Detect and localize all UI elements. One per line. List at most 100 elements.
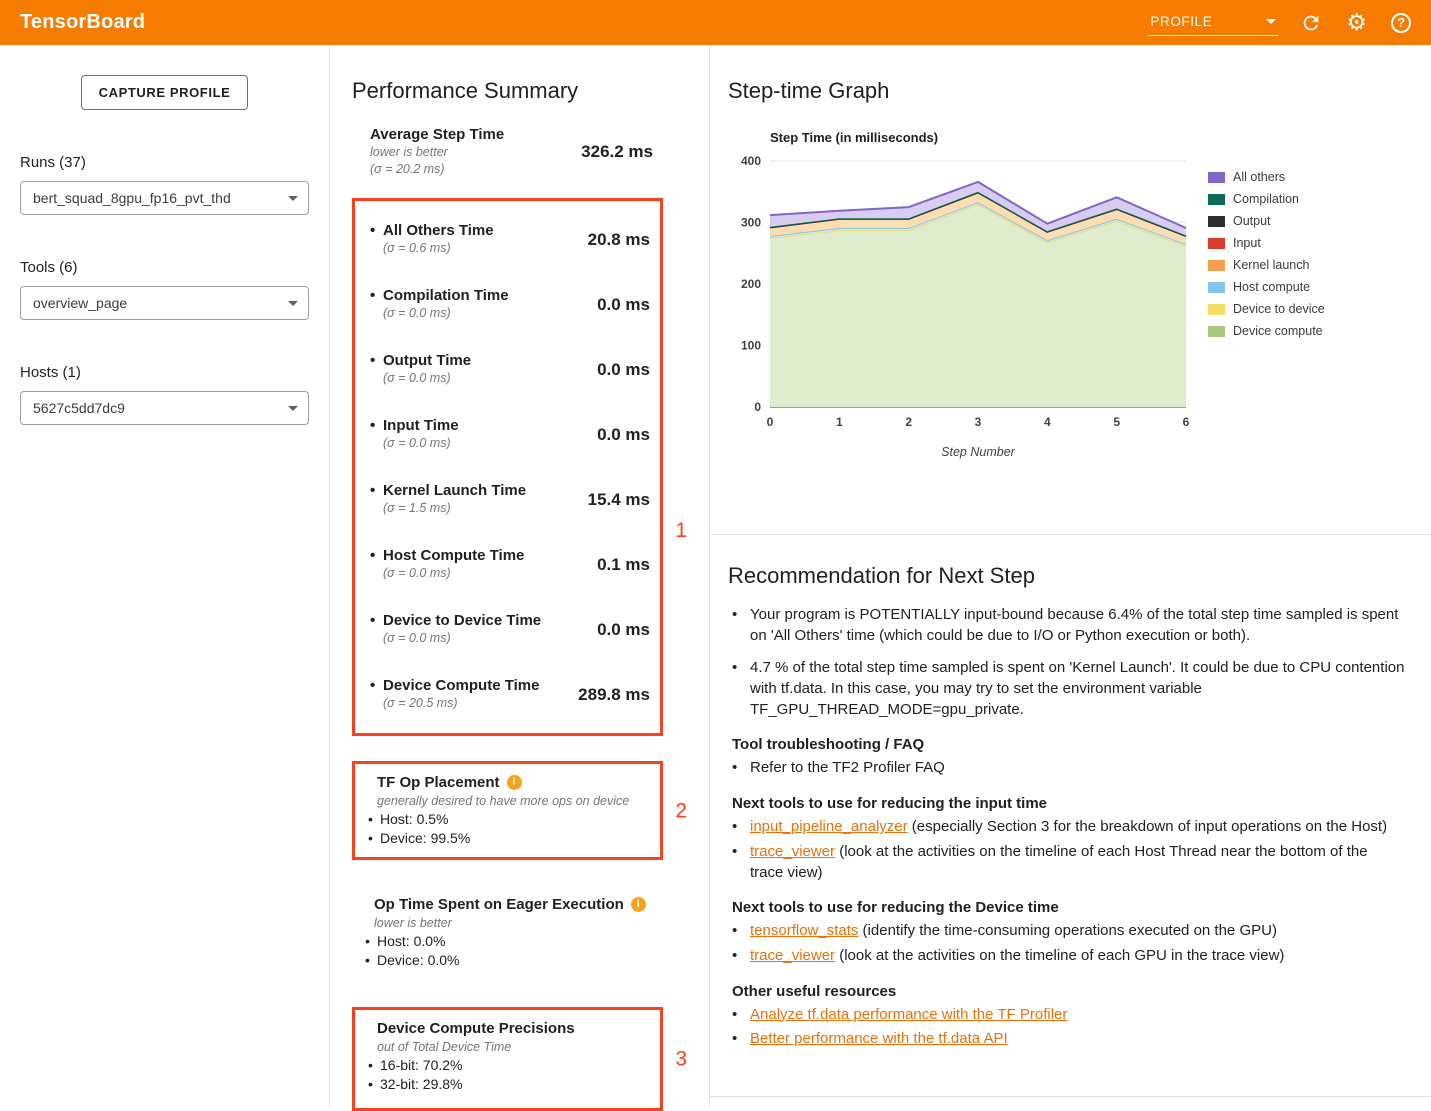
step-time-graph-panel: Step-time Graph Step Time (in millisecon… <box>710 45 1431 535</box>
hosts-select[interactable]: 5627c5dd7dc9 <box>20 391 309 425</box>
metric-label: •Device to Device Time <box>370 612 541 630</box>
runs-selector: Runs (37) bert_squad_8gpu_fp16_pvt_thd <box>20 154 309 215</box>
legend-swatch <box>1208 260 1225 271</box>
metric-value: 0.0 ms <box>597 360 650 380</box>
annotation-number-2: 2 <box>675 800 687 821</box>
metric-row: •Output Time (σ = 0.0 ms) 0.0 ms <box>370 337 650 402</box>
help-button[interactable]: ? <box>1389 11 1413 35</box>
legend-label: Host compute <box>1233 280 1310 294</box>
dashboard-select[interactable]: PROFILE <box>1148 10 1278 36</box>
bullet: • <box>732 946 750 967</box>
svg-text:2: 2 <box>905 415 912 429</box>
list-item: •Host: 0.5% <box>368 810 650 829</box>
item-text: (especially Section 3 for the breakdown … <box>908 818 1387 835</box>
bullet: • <box>370 677 383 695</box>
bullet: • <box>368 1075 380 1094</box>
precisions-title: Device Compute Precisions <box>377 1019 650 1038</box>
metric-value: 289.8 ms <box>578 685 650 705</box>
section-heading: Tool troubleshooting / FAQ <box>732 736 1405 753</box>
chart-title: Step Time (in milliseconds) <box>770 130 1198 145</box>
settings-button[interactable]: ⚙ <box>1344 9 1369 36</box>
legend-label: All others <box>1233 170 1285 184</box>
metric-label: Average Step Time <box>370 126 504 144</box>
section-heading: Next tools to use for reducing the input… <box>732 795 1405 812</box>
step-time-graph-title: Step-time Graph <box>728 78 1431 104</box>
list-item: •32-bit: 29.8% <box>368 1075 650 1094</box>
list-item: • Better performance with the tf.data AP… <box>732 1029 1405 1050</box>
capture-profile-button[interactable]: CAPTURE PROFILE <box>81 75 249 110</box>
main-layout: CAPTURE PROFILE Runs (37) bert_squad_8gp… <box>0 45 1431 1106</box>
legend-swatch <box>1208 282 1225 293</box>
bullet: • <box>732 758 750 779</box>
chevron-down-icon <box>1266 19 1276 24</box>
legend-item: Input <box>1208 236 1325 250</box>
refresh-icon <box>1300 12 1322 34</box>
dropdown-arrow-icon <box>288 301 298 306</box>
tensorflow-stats-link[interactable]: tensorflow_stats <box>750 922 858 939</box>
legend-swatch <box>1208 194 1225 205</box>
eager-execution-block: Op Time Spent on Eager Execution i lower… <box>352 895 663 970</box>
svg-text:4: 4 <box>1044 415 1051 429</box>
bullet: • <box>370 417 383 435</box>
bullet: • <box>732 605 750 646</box>
annotation-box-2: 2 TF Op Placement i generally desired to… <box>352 761 663 860</box>
trace-viewer-link[interactable]: trace_viewer <box>750 947 835 964</box>
legend-label: Device to device <box>1233 302 1325 316</box>
metric-value: 326.2 ms <box>581 142 653 162</box>
metric-label: •Device Compute Time <box>370 677 539 695</box>
svg-text:300: 300 <box>741 216 761 230</box>
list-item: •Device: 99.5% <box>368 829 650 848</box>
list-item: • Analyze tf.data performance with the T… <box>732 1005 1405 1026</box>
legend-swatch <box>1208 172 1225 183</box>
chart-main: Step Time (in milliseconds) 010020030040… <box>728 130 1198 470</box>
metric-label: •Compilation Time <box>370 287 509 305</box>
legend-item: Device compute <box>1208 324 1325 338</box>
tfdata-performance-link[interactable]: Analyze tf.data performance with the TF … <box>750 1006 1067 1023</box>
svg-text:200: 200 <box>741 277 761 291</box>
topbar-actions: PROFILE ⚙ ? <box>1148 9 1413 36</box>
metric-row: •Device to Device Time (σ = 0.0 ms) 0.0 … <box>370 597 650 662</box>
average-step-time-row: Average Step Time lower is better (σ = 2… <box>352 126 663 178</box>
tfdata-api-link[interactable]: Better performance with the tf.data API <box>750 1030 1008 1047</box>
runs-label: Runs (37) <box>20 154 309 171</box>
bullet: • <box>370 352 383 370</box>
list-item: •16-bit: 70.2% <box>368 1056 650 1075</box>
bullet: • <box>365 932 377 951</box>
metric-row: •All Others Time (σ = 0.6 ms) 20.8 ms <box>370 207 650 272</box>
list-item: • Your program is POTENTIALLY input-boun… <box>732 605 1405 646</box>
metric-row: •Input Time (σ = 0.0 ms) 0.0 ms <box>370 402 650 467</box>
legend-item: Output <box>1208 214 1325 228</box>
dashboard-select-value: PROFILE <box>1150 14 1212 29</box>
legend-item: Kernel launch <box>1208 258 1325 272</box>
legend-item: Device to device <box>1208 302 1325 316</box>
dropdown-arrow-icon <box>288 196 298 201</box>
hosts-select-value: 5627c5dd7dc9 <box>33 400 125 416</box>
metric-sigma: (σ = 0.0 ms) <box>383 630 541 647</box>
metric-row: •Compilation Time (σ = 0.0 ms) 0.0 ms <box>370 272 650 337</box>
list-item: • input_pipeline_analyzer (especially Se… <box>732 817 1405 838</box>
section-heading: Next tools to use for reducing the Devic… <box>732 899 1405 916</box>
bullet: • <box>368 829 380 848</box>
gear-icon: ⚙ <box>1346 11 1367 34</box>
refresh-button[interactable] <box>1298 10 1324 36</box>
svg-text:1: 1 <box>836 415 843 429</box>
svg-text:5: 5 <box>1113 415 1120 429</box>
legend-item: Host compute <box>1208 280 1325 294</box>
eager-execution-title: Op Time Spent on Eager Execution i <box>374 895 663 914</box>
chart-area: Step Time (in milliseconds) 010020030040… <box>728 130 1431 470</box>
bullet: • <box>370 547 383 565</box>
item-text: Refer to the TF2 Profiler FAQ <box>750 759 945 776</box>
input-pipeline-analyzer-link[interactable]: input_pipeline_analyzer <box>750 818 908 835</box>
chart-legend: All othersCompilationOutputInputKernel l… <box>1208 170 1325 470</box>
info-icon[interactable]: i <box>631 897 646 912</box>
legend-label: Input <box>1233 236 1261 250</box>
svg-text:100: 100 <box>741 339 761 353</box>
list-item: • Refer to the TF2 Profiler FAQ <box>732 758 1405 779</box>
metric-note: lower is better <box>370 144 504 161</box>
bullet: • <box>732 1029 750 1050</box>
tools-select[interactable]: overview_page <box>20 286 309 320</box>
info-icon[interactable]: i <box>507 775 522 790</box>
trace-viewer-link[interactable]: trace_viewer <box>750 843 835 860</box>
runs-select[interactable]: bert_squad_8gpu_fp16_pvt_thd <box>20 181 309 215</box>
list-item: • trace_viewer (look at the activities o… <box>732 946 1405 967</box>
